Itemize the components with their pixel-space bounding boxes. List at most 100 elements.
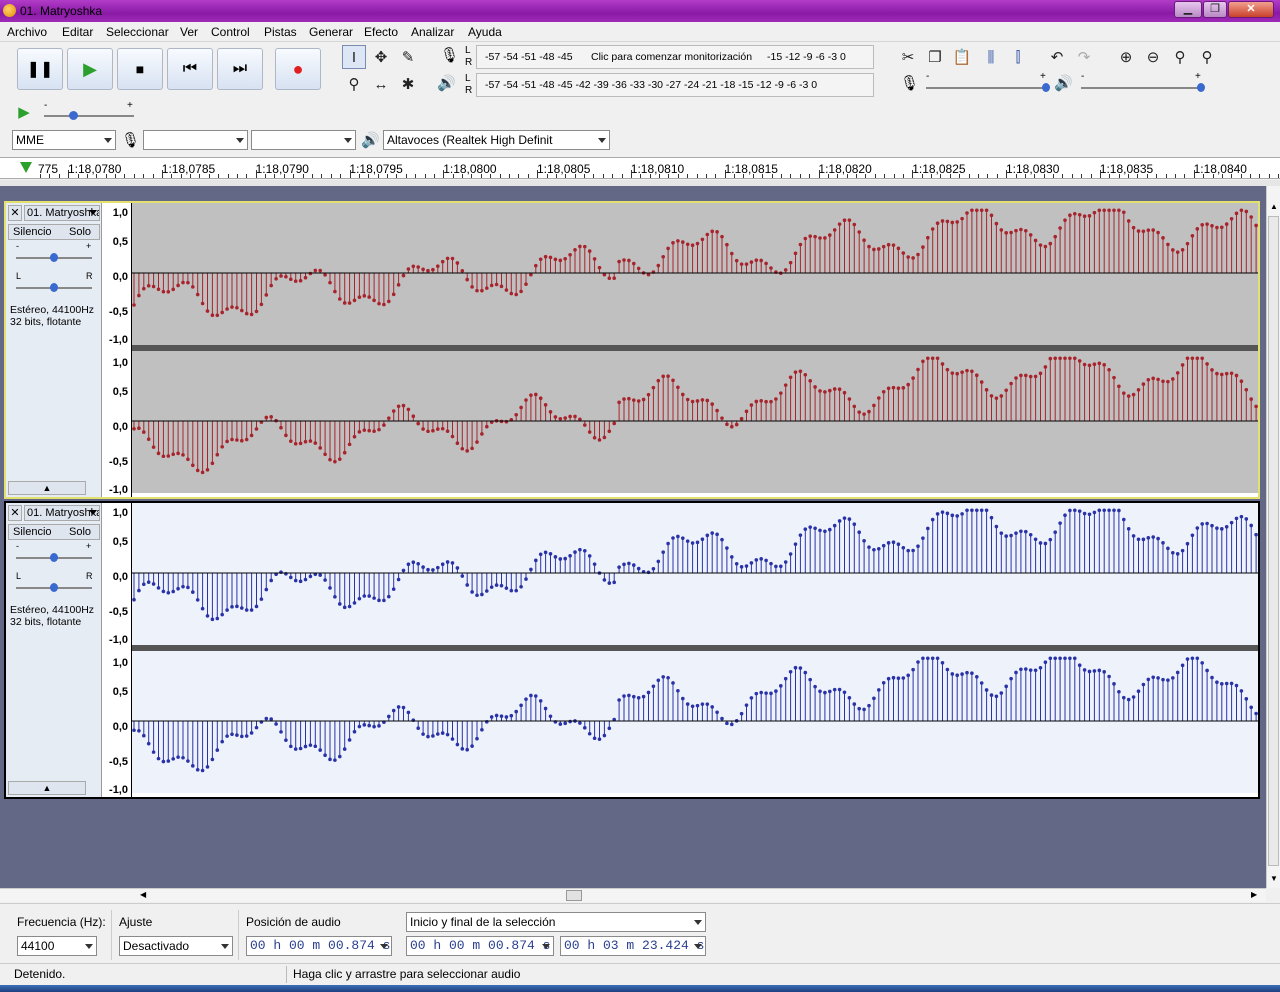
zoom-in-button[interactable]: ⊕ [1114, 45, 1138, 69]
input-volume-thumb[interactable] [1042, 83, 1050, 92]
vertical-scale[interactable]: 1,0 0,5 0,0 -0,5 -1,0 1,0 0,5 0,0 -0,5 -1,0 [102, 503, 132, 797]
vertical-scroll-thumb[interactable] [1268, 216, 1279, 866]
ruler-tick [246, 174, 247, 178]
menu-seleccionar[interactable]: Seleccionar [106, 25, 169, 39]
skip-end-button[interactable]: ⏭ [217, 48, 263, 90]
paste-button[interactable]: 📋 [950, 45, 974, 69]
pause-button[interactable]: ❚❚ [17, 48, 63, 90]
envelope-tool-button[interactable]: ✥ [369, 45, 393, 69]
menu-pistas[interactable]: Pistas [264, 25, 297, 39]
waveform-display[interactable] [132, 203, 1258, 497]
recording-device-select[interactable] [143, 130, 248, 150]
menu-analizar[interactable]: Analizar [411, 25, 454, 39]
minimize-button[interactable]: ▁ [1174, 1, 1202, 18]
scale-label: 0,0 [112, 571, 128, 583]
ruler-tick [1222, 174, 1223, 178]
output-volume-slider[interactable] [1081, 87, 1203, 89]
output-volume-thumb[interactable] [1197, 83, 1205, 92]
input-volume-slider[interactable] [926, 87, 1048, 89]
title-bar: 01. Matryoshka ▁ ❐ ✕ [0, 0, 1280, 22]
scroll-up-icon[interactable]: ▲ [1270, 202, 1278, 211]
fit-project-button[interactable]: ⚲ [1195, 45, 1219, 69]
tracks-area[interactable]: ✕ 01. Matryoshka Silencio Solo - + L R E… [0, 186, 1266, 888]
rec-meter-prompt[interactable]: Clic para comenzar monitorización [591, 51, 752, 63]
scroll-left-icon[interactable]: ◀ [140, 890, 146, 899]
play-speed-thumb[interactable] [69, 111, 78, 120]
multi-tool-button[interactable]: ✱ [396, 72, 420, 96]
menu-generar[interactable]: Generar [309, 25, 353, 39]
audio-host-select[interactable]: MME [12, 130, 116, 150]
draw-tool-button[interactable]: ✎ [396, 45, 420, 69]
trim-button[interactable]: ⫼ [979, 45, 1003, 69]
audio-track-1[interactable]: ✕ 01. Matryoshka Silencio Solo - + L R E… [4, 201, 1260, 499]
close-window-button[interactable]: ✕ [1228, 1, 1274, 18]
copy-button[interactable]: ❐ [923, 45, 947, 69]
track-name-menu[interactable]: 01. Matryoshka [24, 505, 100, 521]
play-at-speed-button[interactable]: ▶ [12, 100, 36, 124]
timeshift-tool-button[interactable]: ↔ [369, 72, 393, 96]
ruler-label: 1:18,0835 [1099, 162, 1154, 176]
ruler-tick [434, 174, 435, 178]
fit-selection-button[interactable]: ⚲ [1168, 45, 1192, 69]
pan-slider-thumb[interactable] [50, 583, 58, 592]
solo-button[interactable]: Solo [69, 226, 91, 238]
snap-select[interactable]: Desactivado [119, 936, 233, 956]
gain-slider-thumb[interactable] [50, 253, 58, 262]
selection-start-field[interactable]: 00 h 00 m 00.874 s [406, 936, 554, 956]
track-format-rate: Estéreo, 44100Hz [10, 604, 95, 616]
audio-track-2[interactable]: ✕ 01. Matryoshka Silencio Solo - + L R E… [4, 501, 1260, 799]
selection-end-value: 00 h 03 m 23.424 s [564, 938, 705, 953]
playback-meter[interactable]: -57 -54 -51 -48 -45 -42 -39 -36 -33 -30 … [476, 73, 874, 97]
ruler-tick [40, 174, 41, 178]
ruler-tick [1034, 174, 1035, 178]
selection-tool-button[interactable]: I [342, 45, 366, 69]
solo-button[interactable]: Solo [69, 526, 91, 538]
selection-end-field[interactable]: 00 h 03 m 23.424 s [560, 936, 706, 956]
redo-button[interactable]: ↷ [1072, 45, 1096, 69]
gain-slider-thumb[interactable] [50, 553, 58, 562]
zoom-tool-button[interactable]: ⚲ [342, 72, 366, 96]
mute-button[interactable]: Silencio [13, 526, 52, 538]
menu-efecto[interactable]: Efecto [364, 25, 398, 39]
ruler-tick [781, 174, 782, 178]
scroll-right-icon[interactable]: ▶ [1251, 890, 1257, 899]
skip-start-button[interactable]: ⏮ [167, 48, 213, 90]
vertical-scale[interactable]: 1,0 0,5 0,0 -0,5 -1,0 1,0 0,5 0,0 -0,5 -1,0 [102, 203, 132, 497]
horizontal-scrollbar[interactable]: ◀ ▶ [0, 888, 1266, 902]
recording-channels-select[interactable] [251, 130, 356, 150]
vertical-scrollbar[interactable]: ▲ ▼ [1266, 186, 1280, 888]
timeline-ruler[interactable]: 775 1:18,0780 1:18,0785 1:18,0790 1:18,0795 1… [0, 157, 1280, 179]
menu-ver[interactable]: Ver [180, 25, 198, 39]
mute-button[interactable]: Silencio [13, 226, 52, 238]
track-close-button[interactable]: ✕ [8, 205, 22, 221]
menu-editar[interactable]: Editar [62, 25, 93, 39]
zoom-out-button[interactable]: ⊖ [1141, 45, 1165, 69]
project-rate-select[interactable]: 44100 [17, 936, 97, 956]
selection-mode-select[interactable]: Inicio y final de la selección [406, 912, 706, 932]
maximize-button[interactable]: ❐ [1203, 1, 1227, 18]
input-volume-mic-icon: 🎙 [900, 75, 920, 92]
recording-meter[interactable]: -57 -54 -51 -48 -45 Clic para comenzar m… [476, 45, 874, 69]
menu-archivo[interactable]: Archivo [7, 25, 47, 39]
waveform-display[interactable] [132, 503, 1258, 797]
divider [111, 910, 112, 960]
menu-ayuda[interactable]: Ayuda [468, 25, 502, 39]
play-button[interactable]: ▶ [67, 48, 113, 90]
track-name-menu[interactable]: 01. Matryoshka [24, 205, 100, 221]
stop-button[interactable]: ■ [117, 48, 163, 90]
collapse-track-button[interactable]: ▲ [8, 781, 86, 795]
play-speed-slider[interactable] [44, 115, 134, 117]
ruler-tick [847, 174, 848, 178]
pan-slider-thumb[interactable] [50, 283, 58, 292]
scroll-down-icon[interactable]: ▼ [1270, 874, 1278, 883]
collapse-track-button[interactable]: ▲ [8, 481, 86, 495]
menu-control[interactable]: Control [211, 25, 250, 39]
silence-button[interactable]: ⫿ [1006, 45, 1030, 69]
track-close-button[interactable]: ✕ [8, 505, 22, 521]
horizontal-scroll-thumb[interactable] [566, 890, 582, 901]
cut-button[interactable]: ✂ [896, 45, 920, 69]
undo-button[interactable]: ↶ [1045, 45, 1069, 69]
playback-device-select[interactable]: Altavoces (Realtek High Definit [383, 130, 610, 150]
audio-position-field[interactable]: 00 h 00 m 00.874 s [246, 936, 392, 956]
record-button[interactable]: ● [275, 48, 321, 90]
